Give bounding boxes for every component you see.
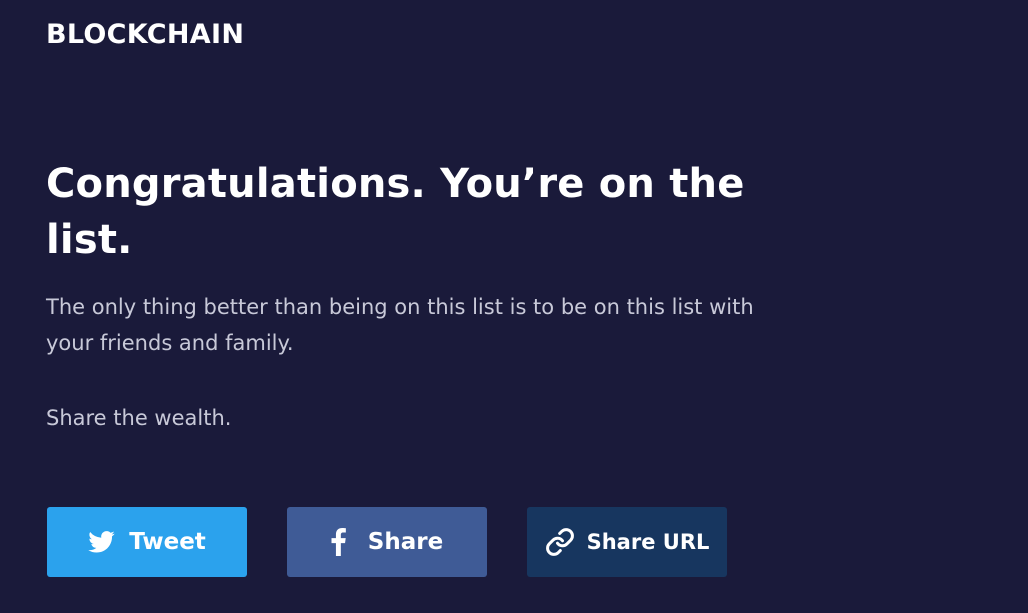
share-url-label: Share URL [586,530,710,554]
share-tagline: Share the wealth. [46,406,232,430]
blockchain-logo[interactable]: BLOCKCHAIN [46,19,244,51]
tweet-button[interactable]: Tweet [47,507,247,577]
link-icon [545,527,575,557]
facebook-icon [331,528,346,556]
facebook-share-button[interactable]: Share [287,507,487,577]
share-url-button[interactable]: Share URL [527,507,727,577]
page-title: Congratulations. You’re on the list. [46,161,745,263]
facebook-share-label: Share [367,529,444,555]
tweet-button-label: Tweet [129,529,206,555]
twitter-icon [88,531,115,553]
intro-text: The only thing better than being on this… [46,295,754,355]
